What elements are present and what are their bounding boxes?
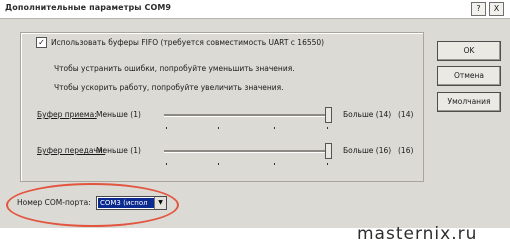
- transmit-buffer-tick: [274, 163, 275, 165]
- receive-buffer-label: Буфер приема:: [37, 110, 97, 119]
- receive-buffer-tick: [166, 127, 167, 129]
- watermark-text: masternix.ru: [357, 224, 478, 244]
- transmit-buffer-min-label: Меньше (1): [96, 146, 141, 155]
- receive-buffer-tick: [218, 127, 219, 129]
- help-button[interactable]: ?: [471, 2, 486, 16]
- close-button[interactable]: X: [489, 2, 504, 16]
- fifo-checkbox-label[interactable]: Использовать буферы FIFO (требуется совм…: [51, 38, 324, 47]
- receive-buffer-value: (14): [398, 110, 414, 119]
- receive-buffer-thumb[interactable]: [325, 107, 332, 123]
- title-bar: Дополнительные параметры COM9 ? X: [0, 0, 510, 19]
- transmit-buffer-thumb[interactable]: [325, 143, 332, 159]
- highlight-ellipse: [6, 183, 179, 227]
- transmit-buffer-tick: [166, 163, 167, 165]
- hint-reduce-errors: Чтобы устранить ошибки, попробуйте умень…: [54, 64, 295, 73]
- transmit-buffer-tick: [218, 163, 219, 165]
- ok-button[interactable]: OK: [437, 41, 501, 61]
- receive-buffer-track: [164, 114, 332, 117]
- receive-buffer-max-label: Больше (14): [343, 110, 392, 119]
- defaults-button[interactable]: Умолчания: [437, 92, 501, 112]
- fifo-group-box: [20, 32, 424, 182]
- transmit-buffer-max-label: Больше (16): [343, 146, 392, 155]
- cancel-button[interactable]: Отмена: [437, 66, 501, 86]
- fifo-checkbox[interactable]: ✓: [36, 37, 47, 48]
- transmit-buffer-track: [164, 150, 332, 153]
- transmit-buffer-value: (16): [398, 146, 414, 155]
- receive-buffer-tick: [274, 127, 275, 129]
- window-title: Дополнительные параметры COM9: [5, 3, 172, 12]
- hint-increase-speed: Чтобы ускорить работу, попробуйте увелич…: [54, 83, 284, 92]
- receive-buffer-min-label: Меньше (1): [96, 110, 141, 119]
- transmit-buffer-tick: [327, 163, 328, 165]
- receive-buffer-tick: [327, 127, 328, 129]
